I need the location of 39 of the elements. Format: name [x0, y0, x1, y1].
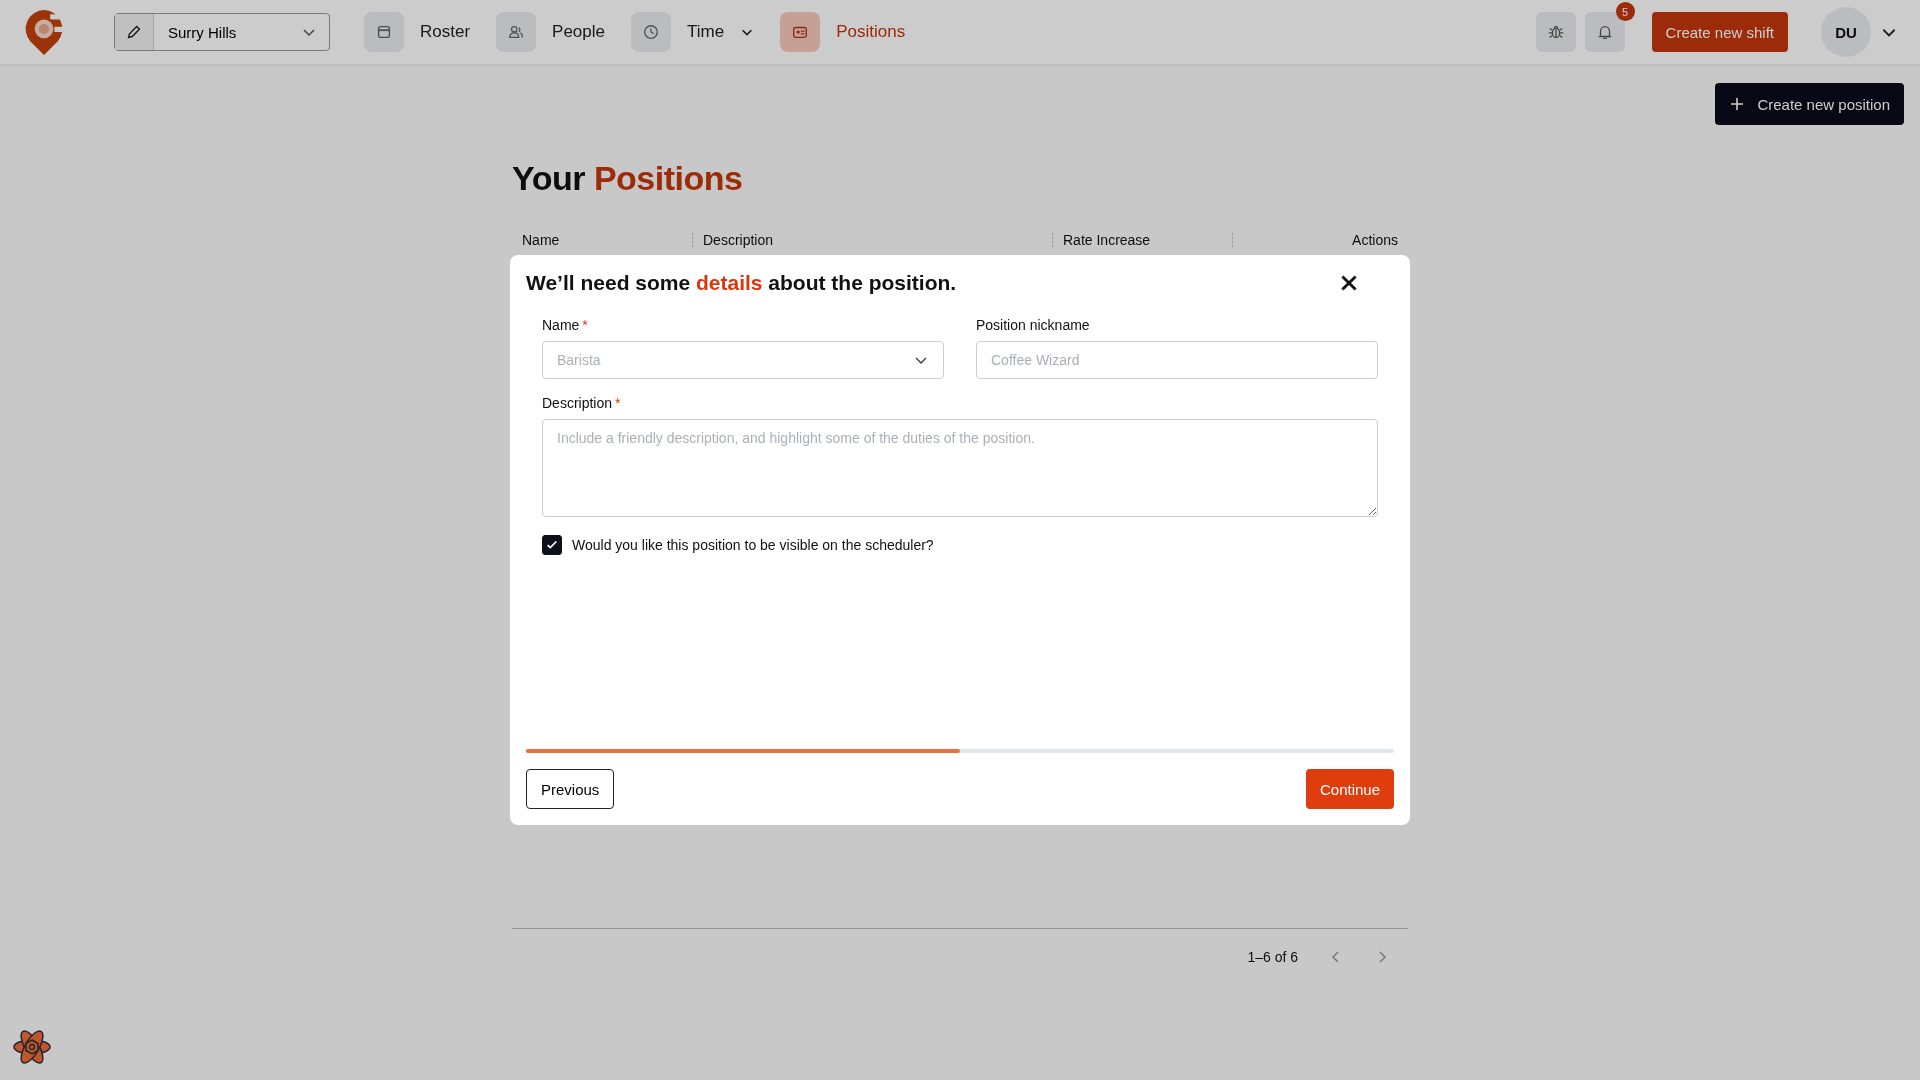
plus-icon: [1729, 96, 1746, 112]
clock-icon: [642, 23, 660, 41]
bug-button[interactable]: [1535, 12, 1576, 52]
close-icon[interactable]: [1338, 272, 1360, 294]
nav-link[interactable]: Positions: [836, 22, 906, 42]
calendar-icon: [375, 23, 393, 41]
field-label: Description *: [542, 395, 622, 411]
notification-badge: 5: [1615, 2, 1635, 21]
nav-icon-tile[interactable]: [496, 12, 537, 52]
column-header: Rate Increase: [1052, 232, 1232, 248]
page-title: Your Positions: [512, 159, 744, 198]
pagination-range: 1–6 of 6: [1247, 949, 1298, 965]
pencil-icon: [125, 23, 143, 41]
dialog-title: We’ll need some details about the position.: [526, 271, 957, 295]
nav-icon-tile[interactable]: [364, 12, 404, 52]
people-icon: [507, 23, 526, 41]
nav-icon-tile[interactable]: [780, 12, 821, 52]
bug-icon: [1546, 23, 1565, 41]
column-header: Name: [521, 232, 561, 248]
nav-link[interactable]: People: [552, 22, 605, 42]
column-header: Description: [692, 232, 1052, 248]
continue-button[interactable]: Continue: [1305, 769, 1394, 809]
column-header: Actions: [1232, 232, 1408, 248]
checkbox-label: Would you like this position to be visible on the scheduler?: [572, 537, 934, 553]
nickname-field[interactable]: Coffee Wizard: [976, 341, 1378, 379]
nav-icon-tile[interactable]: [631, 12, 671, 52]
create-shift-button[interactable]: Create new shift: [1651, 12, 1788, 52]
description-field[interactable]: Include a friendly description, and highlight some of the duties of the position.: [542, 419, 1378, 517]
field-label: Name *: [542, 317, 589, 333]
checkbox[interactable]: [542, 535, 562, 555]
devtools-icon[interactable]: [12, 1027, 52, 1067]
user-avatar[interactable]: DU: [1821, 7, 1871, 57]
nav-link[interactable]: Time: [687, 22, 725, 42]
nav-link[interactable]: Roster: [420, 22, 471, 42]
previous-button[interactable]: Previous: [526, 769, 615, 809]
create-position-button[interactable]: Create new position: [1715, 83, 1904, 125]
checkmark-icon: [545, 538, 559, 552]
location-select[interactable]: Surry Hills: [114, 13, 330, 51]
field-label: Position nickname: [976, 317, 1091, 333]
